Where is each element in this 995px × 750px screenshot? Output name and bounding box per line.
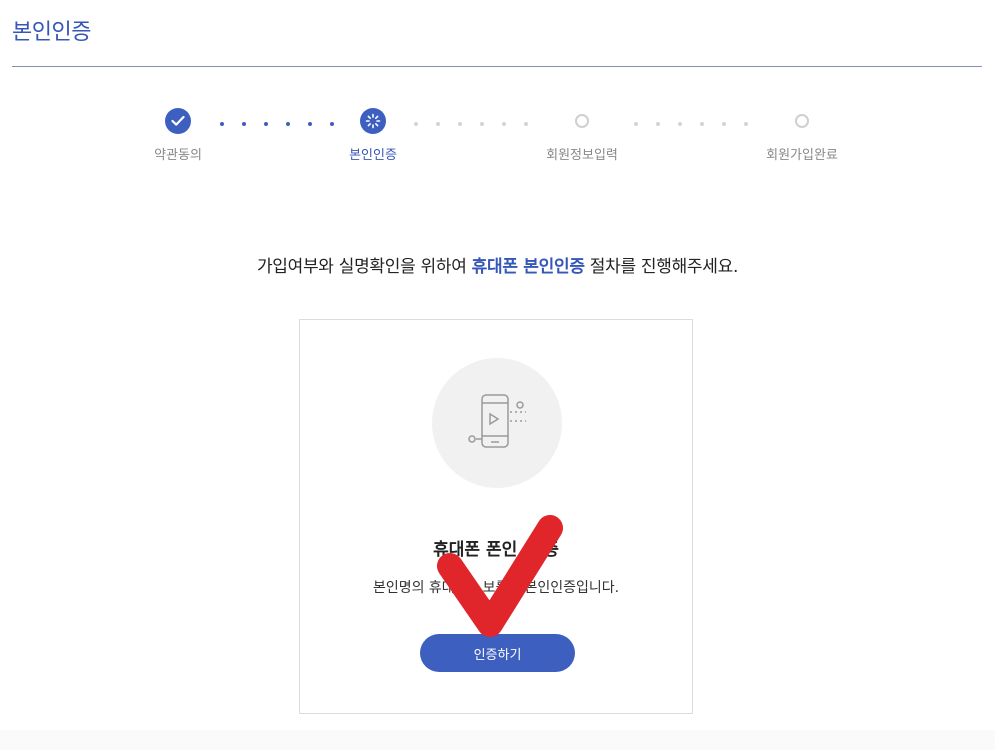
step-connector-dot — [242, 122, 246, 126]
instruction-text-end: 절차를 진행해주세요. — [584, 257, 739, 277]
card-title-text: 휴대폰 폰인 — [433, 540, 518, 560]
step-label-complete: 회원가입완료 — [766, 148, 838, 163]
step-connector-dot — [678, 122, 682, 126]
verify-button[interactable]: 인증하기 — [420, 634, 575, 672]
step-connector-dot — [220, 122, 224, 126]
step-connector-dot — [436, 122, 440, 126]
step-current-icon — [360, 108, 386, 134]
step-connector-dot — [524, 122, 528, 126]
step-connector-dot — [330, 122, 334, 126]
card-title: 휴대폰 폰인 증 — [300, 535, 692, 560]
step-connector-dot — [414, 122, 418, 126]
step-connector-dot — [308, 122, 312, 126]
card-title-tail: 증 — [543, 540, 559, 560]
step-connector-dot — [264, 122, 268, 126]
step-pending-icon — [795, 114, 809, 128]
step-done-icon — [165, 108, 191, 134]
step-connector-dot — [700, 122, 704, 126]
phone-icon-circle — [432, 358, 562, 488]
step-label-agreement: 약관동의 — [154, 148, 202, 163]
loading-spinner-icon — [365, 113, 381, 129]
instruction-text: 가입여부와 실명확인을 위하여 휴대폰 본인인증 절차를 진행해주세요. — [0, 252, 995, 277]
check-icon — [171, 115, 185, 126]
bottom-strip — [0, 730, 995, 750]
step-label-member-info: 회원정보입력 — [546, 148, 618, 163]
card-desc-mid: 보를 — [482, 580, 509, 596]
step-connector-dot — [656, 122, 660, 126]
card-desc-end: 본인인증입니다. — [524, 580, 620, 596]
card-desc-start: 본인명의 휴대 — [372, 580, 455, 596]
step-connector-dot — [480, 122, 484, 126]
instruction-text-start: 가입여부와 실명확인을 위하여 — [256, 257, 472, 277]
progress-steps: 약관동의 본인인증 회원정보입력 회원가입완료 — [0, 108, 995, 178]
step-label-verification: 본인인증 — [349, 148, 397, 163]
phone-verification-card: 휴대폰 폰인 증 본인명의 휴대 보를 본인인증입니다. 인증하기 — [299, 319, 693, 714]
phone-verification-icon — [468, 394, 526, 448]
step-pending-icon — [575, 114, 589, 128]
step-connector-dot — [634, 122, 638, 126]
step-connector-dot — [286, 122, 290, 126]
step-connector-dot — [458, 122, 462, 126]
title-divider — [12, 66, 982, 67]
step-connector-dot — [722, 122, 726, 126]
step-connector-dot — [744, 122, 748, 126]
instruction-highlight: 휴대폰 본인인증 — [471, 257, 585, 277]
card-description: 본인명의 휴대 보를 본인인증입니다. — [300, 577, 692, 597]
step-connector-dot — [502, 122, 506, 126]
page-title: 본인인증 — [12, 20, 91, 45]
